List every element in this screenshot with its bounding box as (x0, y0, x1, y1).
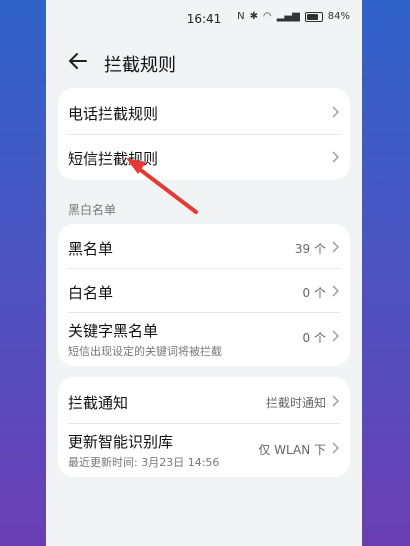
annotation-arrow-icon (126, 158, 198, 214)
phone-screen: 16:41 N ✱ ◠ ▂▄▆ 84% 拦截规则 电话拦截规则 短信拦截规则 黑… (46, 0, 362, 546)
